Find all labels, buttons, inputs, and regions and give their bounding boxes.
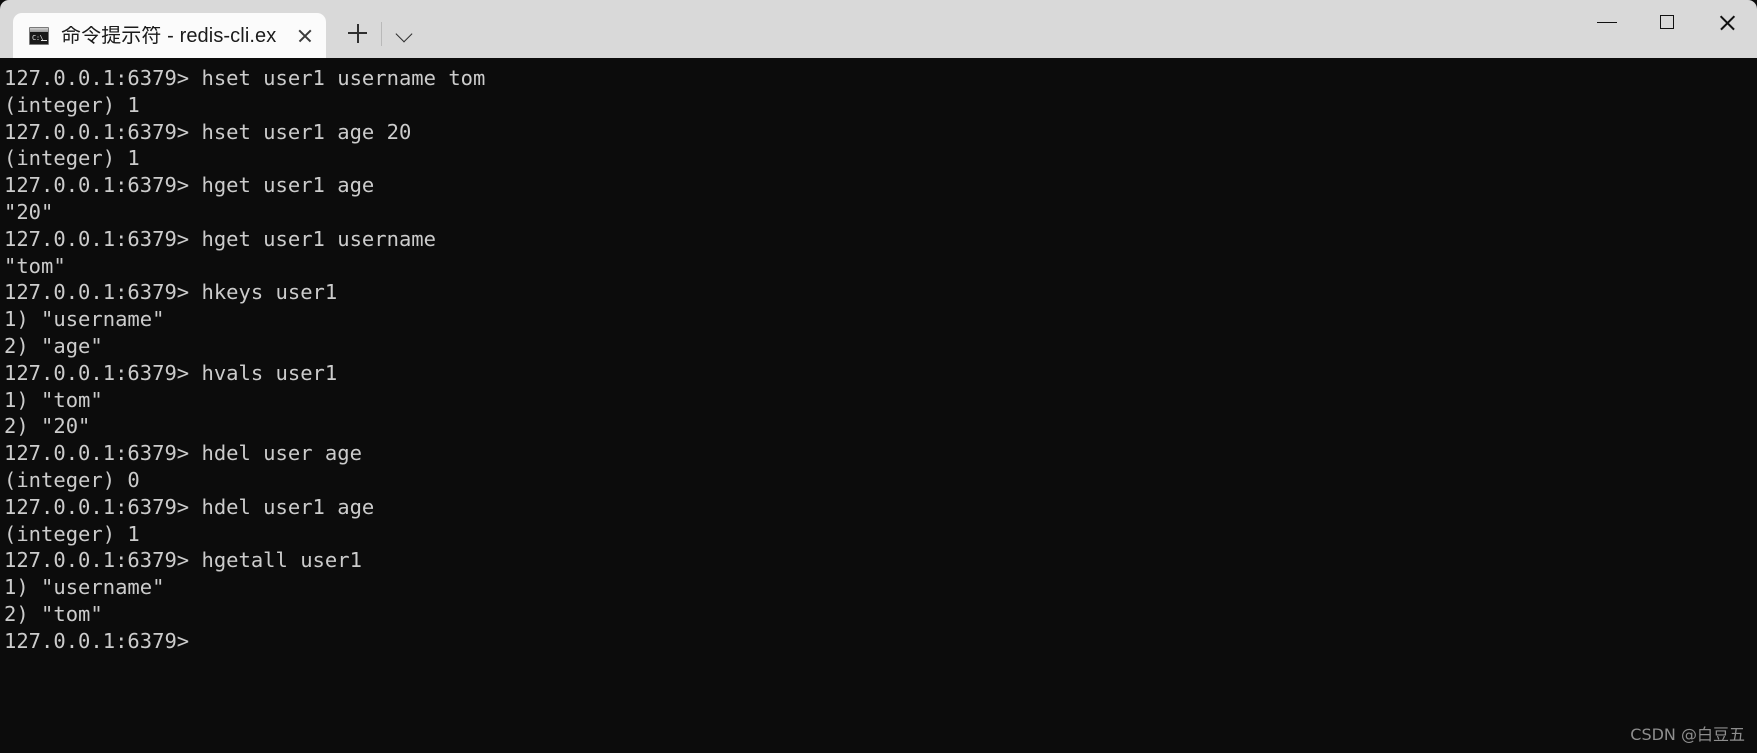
csdn-watermark: CSDN @白豆五 (1630, 725, 1745, 744)
terminal-window: C:\ 命令提示符 - redis-cli.ex 127.0.0.1:6379>… (0, 0, 1757, 753)
minimize-button[interactable] (1577, 0, 1637, 44)
window-controls (1577, 0, 1757, 58)
terminal-line: 2) "20" (4, 414, 91, 439)
terminal-line: 127.0.0.1:6379> hget user1 username (4, 226, 436, 251)
terminal-output-area[interactable]: 127.0.0.1:6379> hset user1 username tom(… (0, 58, 1757, 753)
terminal-line: 127.0.0.1:6379> hset user1 age 20 (4, 119, 412, 144)
command-prompt-icon: C:\ (29, 27, 49, 45)
tab-title: 命令提示符 - redis-cli.ex (61, 26, 277, 46)
terminal-line: 127.0.0.1:6379> hkeys user1 (4, 280, 338, 305)
terminal-line: 2) "age" (4, 333, 103, 358)
terminal-line: 1) "tom" (4, 387, 103, 412)
close-tab-icon[interactable] (290, 21, 320, 51)
terminal-line: (integer) 1 (4, 146, 140, 171)
terminal-line: (integer) 0 (4, 467, 140, 492)
terminal-line: 127.0.0.1:6379> hvals user1 (4, 360, 338, 385)
terminal-line: 127.0.0.1:6379> (4, 628, 190, 653)
new-tab-button[interactable] (336, 12, 378, 54)
terminal-line: 1) "username" (4, 307, 165, 332)
terminal-line: 127.0.0.1:6379> hgetall user1 (4, 548, 362, 573)
terminal-line: 127.0.0.1:6379> hdel user1 age (4, 494, 375, 519)
title-bar: C:\ 命令提示符 - redis-cli.ex (0, 0, 1757, 59)
close-window-button[interactable] (1697, 0, 1757, 44)
titlebar-drag-region[interactable] (425, 0, 1577, 58)
terminal-line: 127.0.0.1:6379> hset user1 username tom (4, 66, 486, 90)
terminal-line: "tom" (4, 253, 66, 278)
tabbar-divider (381, 22, 383, 46)
terminal-line: 127.0.0.1:6379> hdel user age (4, 441, 362, 466)
terminal-line: (integer) 1 (4, 521, 140, 546)
terminal-line: (integer) 1 (4, 92, 140, 117)
tab-command-prompt[interactable]: C:\ 命令提示符 - redis-cli.ex (13, 13, 327, 59)
chevron-down-icon[interactable] (385, 12, 425, 54)
terminal-line: "20" (4, 199, 54, 224)
tab-strip: C:\ 命令提示符 - redis-cli.ex (0, 0, 425, 59)
terminal-line: 127.0.0.1:6379> hget user1 age (4, 173, 375, 198)
terminal-line: 1) "username" (4, 575, 165, 600)
terminal-line: 2) "tom" (4, 601, 103, 626)
maximize-button[interactable] (1637, 0, 1697, 44)
terminal-lines: 127.0.0.1:6379> hset user1 username tom(… (4, 65, 1757, 655)
